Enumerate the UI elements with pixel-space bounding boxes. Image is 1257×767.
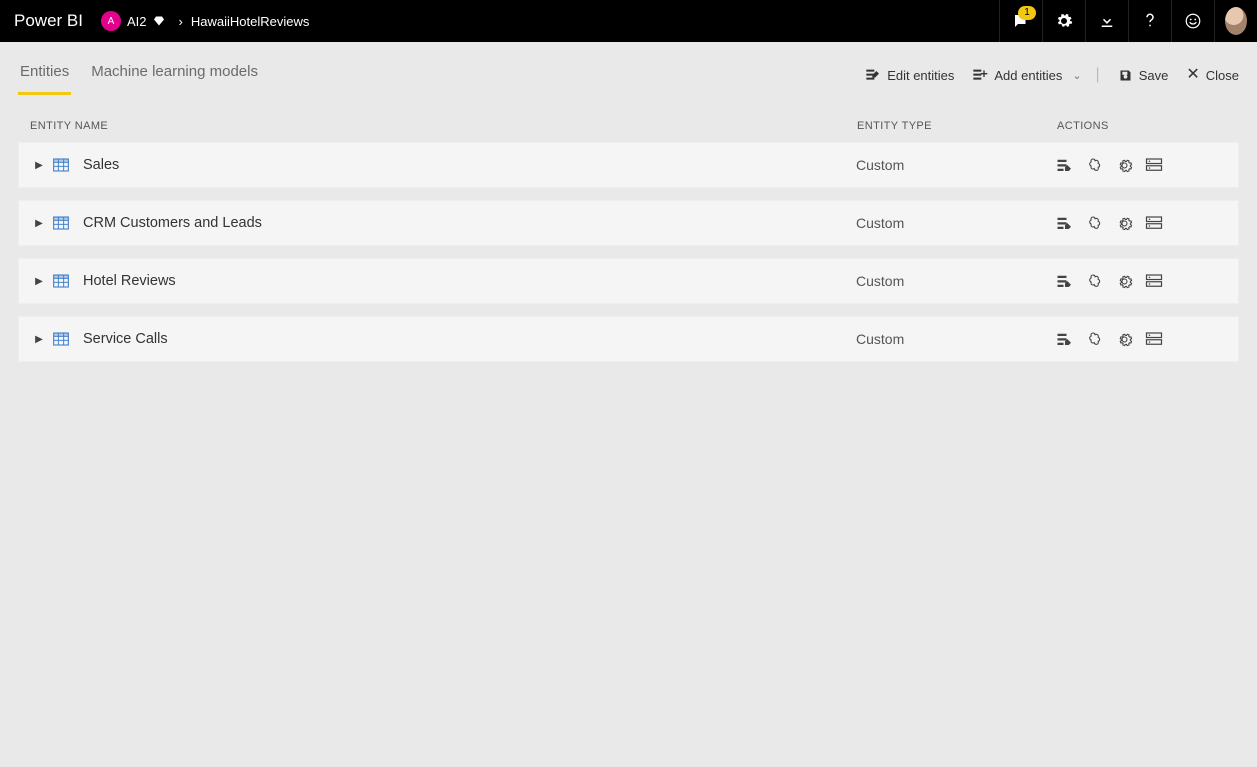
table-icon <box>53 332 69 346</box>
server-icon[interactable] <box>1145 157 1163 173</box>
workspace-avatar[interactable]: A <box>101 11 121 31</box>
entity-actions <box>1056 273 1226 290</box>
server-icon[interactable] <box>1145 331 1163 347</box>
server-icon[interactable] <box>1145 215 1163 231</box>
top-bar: Power BI A AI2 › HawaiiHotelReviews 1 <box>0 0 1257 42</box>
help-button[interactable] <box>1128 0 1171 42</box>
entity-type: Custom <box>856 273 1056 289</box>
top-actions: 1 <box>999 0 1257 42</box>
avatar <box>1225 7 1247 35</box>
entity-actions <box>1056 157 1226 174</box>
close-button[interactable]: ✕ Close <box>1186 67 1239 83</box>
download-button[interactable] <box>1085 0 1128 42</box>
col-header-actions: ACTIONS <box>1057 120 1227 132</box>
breadcrumb-item[interactable]: HawaiiHotelReviews <box>191 14 310 29</box>
profile-button[interactable] <box>1214 0 1257 42</box>
separator: | <box>1096 66 1100 84</box>
col-header-type: ENTITY TYPE <box>857 120 1057 132</box>
settings-button[interactable] <box>1042 0 1085 42</box>
col-header-name: ENTITY NAME <box>30 120 857 132</box>
premium-diamond-icon <box>153 15 165 27</box>
close-icon: ✕ <box>1186 67 1199 83</box>
close-label: Close <box>1206 68 1239 83</box>
save-label: Save <box>1139 68 1169 83</box>
expand-toggle[interactable]: ▶ <box>31 160 47 171</box>
feedback-button[interactable] <box>1171 0 1214 42</box>
entity-name: Sales <box>83 157 856 173</box>
brain-icon[interactable] <box>1086 215 1104 231</box>
gear-icon[interactable] <box>1116 331 1133 348</box>
table-row[interactable]: ▶ CRM Customers and LeadsCustom <box>18 200 1239 246</box>
entity-actions <box>1056 331 1226 348</box>
table-icon <box>53 158 69 172</box>
add-entities-label: Add entities <box>994 68 1062 83</box>
expand-toggle[interactable]: ▶ <box>31 276 47 287</box>
entity-name: CRM Customers and Leads <box>83 215 856 231</box>
add-entities-button[interactable]: Add entities ⌄ <box>972 68 1081 83</box>
tab-entities[interactable]: Entities <box>18 55 71 95</box>
gear-icon[interactable] <box>1116 215 1133 232</box>
table-row[interactable]: ▶ SalesCustom <box>18 142 1239 188</box>
gear-icon[interactable] <box>1116 273 1133 290</box>
action-bar: Entities Machine learning models Edit en… <box>18 42 1239 98</box>
breadcrumb: A AI2 › HawaiiHotelReviews <box>101 11 309 31</box>
chevron-down-icon[interactable]: ⌄ <box>1072 69 1081 82</box>
entity-name: Service Calls <box>83 331 856 347</box>
breadcrumb-separator-icon: › <box>179 14 183 29</box>
expand-toggle[interactable]: ▶ <box>31 218 47 229</box>
table-edit-icon[interactable] <box>1056 215 1074 231</box>
brain-icon[interactable] <box>1086 273 1104 289</box>
entity-type: Custom <box>856 331 1056 347</box>
server-icon[interactable] <box>1145 273 1163 289</box>
brain-icon[interactable] <box>1086 331 1104 347</box>
entity-rows: ▶SalesCustom▶CRM Customers and LeadsCust… <box>18 142 1239 362</box>
save-button[interactable]: Save <box>1118 68 1169 83</box>
brain-icon[interactable] <box>1086 157 1104 173</box>
table-edit-icon[interactable] <box>1056 273 1074 289</box>
table-edit-icon[interactable] <box>1056 331 1074 347</box>
table-edit-icon[interactable] <box>1056 157 1074 173</box>
grid-header: ENTITY NAME ENTITY TYPE ACTIONS <box>18 98 1239 142</box>
table-row[interactable]: ▶ Hotel ReviewsCustom <box>18 258 1239 304</box>
notification-badge: 1 <box>1018 6 1036 20</box>
tabs: Entities Machine learning models <box>18 55 260 95</box>
edit-entities-label: Edit entities <box>887 68 954 83</box>
notifications-button[interactable]: 1 <box>999 0 1042 42</box>
entity-actions <box>1056 215 1226 232</box>
entity-type: Custom <box>856 157 1056 173</box>
tab-ml-models[interactable]: Machine learning models <box>89 55 260 95</box>
entity-name: Hotel Reviews <box>83 273 856 289</box>
gear-icon[interactable] <box>1116 157 1133 174</box>
entity-type: Custom <box>856 215 1056 231</box>
brand-label: Power BI <box>14 11 83 31</box>
edit-entities-button[interactable]: Edit entities <box>865 68 954 83</box>
workspace-name[interactable]: AI2 <box>127 14 147 29</box>
table-icon <box>53 216 69 230</box>
table-icon <box>53 274 69 288</box>
expand-toggle[interactable]: ▶ <box>31 334 47 345</box>
table-row[interactable]: ▶ Service CallsCustom <box>18 316 1239 362</box>
